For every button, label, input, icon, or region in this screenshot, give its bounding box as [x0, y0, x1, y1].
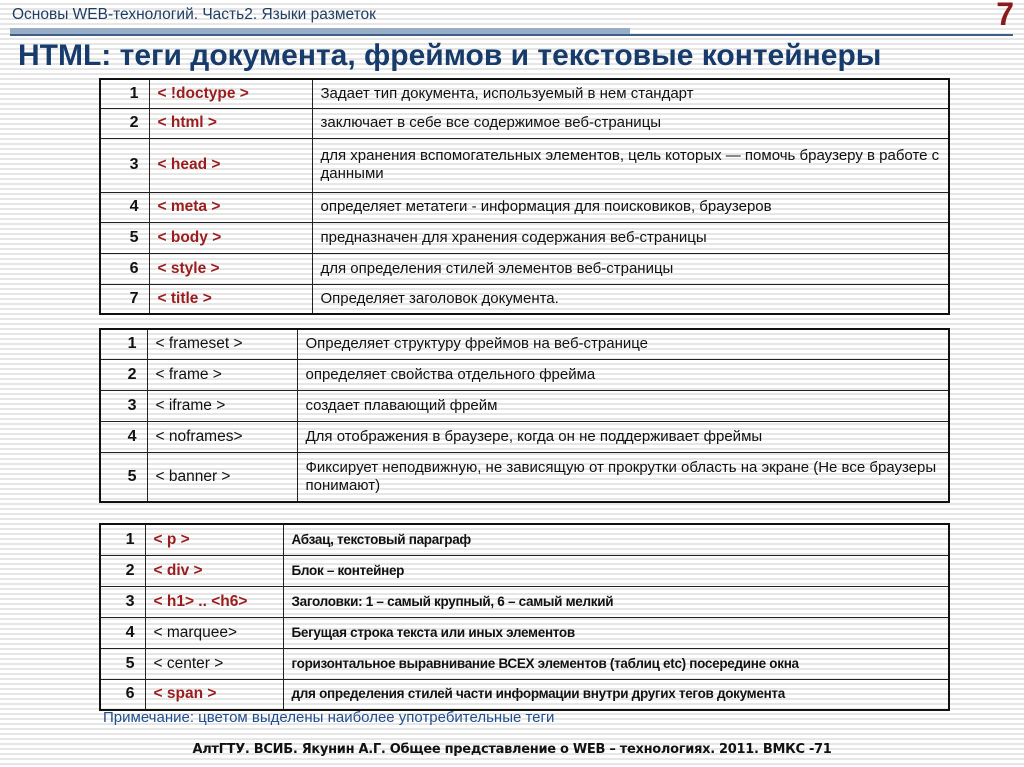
- tag-description: для определения стилей части информации …: [282, 678, 950, 711]
- row-number: 2: [99, 358, 148, 391]
- tag-description: Заголовки: 1 – самый крупный, 6 – самый …: [282, 585, 950, 618]
- tag-description: определяет метатеги - информация для пои…: [311, 191, 950, 223]
- tag-name: < marquee>: [144, 616, 284, 649]
- slide-title: HTML: теги документа, фреймов и текстовы…: [18, 39, 882, 72]
- tag-description: горизонтальное выравнивание ВСЕХ элемент…: [282, 647, 950, 680]
- row-number: 3: [99, 389, 148, 422]
- tag-name: < noframes>: [146, 420, 298, 453]
- table-row: 2 < html > заключает в себе все содержимое…: [99, 107, 950, 139]
- document-tags-table: 1 < !doctype > Задает тип документа, испол…: [99, 78, 950, 315]
- tag-description: Абзац, текстовый параграф: [282, 523, 950, 556]
- frame-tags-body: 1 < frameset > Определяет структуру фреймо…: [99, 328, 950, 503]
- text-container-tags-table: 1 < p > Абзац, текстовый параграф 2 < div > Б…: [99, 523, 950, 711]
- tag-description: Фиксирует неподвижную, не зависящую от п…: [296, 451, 950, 503]
- table-row: 2 < frame > определяет свойства отдельного…: [99, 358, 950, 391]
- table-row: 4 < meta > определяет метатеги - информаци…: [99, 191, 950, 223]
- row-number: 7: [99, 283, 150, 315]
- tag-description: Определяет заголовок документа.: [311, 283, 950, 315]
- tag-description: для определения стилей элементов веб-стр…: [311, 252, 950, 285]
- row-number: 2: [99, 107, 150, 139]
- tag-name: < p >: [144, 523, 284, 556]
- table-row: 2 < div > Блок – контейнер: [99, 554, 950, 587]
- table-row: 6 < style > для определения стилей элемент…: [99, 252, 950, 285]
- document-tags-body: 1 < !doctype > Задает тип документа, испол…: [99, 78, 950, 315]
- row-number: 4: [99, 191, 150, 223]
- tag-description: Бегущая строка текста или иных элементов: [282, 616, 950, 649]
- row-number: 1: [99, 523, 146, 556]
- tag-description: Для отображения в браузере, когда он не …: [296, 420, 950, 453]
- tag-description: Определяет структуру фреймов на веб-стра…: [296, 328, 950, 360]
- table-row: 1 < p > Абзац, текстовый параграф: [99, 523, 950, 556]
- table-row: 3 < h1> .. <h6> Заголовки: 1 – самый крупн…: [99, 585, 950, 618]
- tag-name: < style >: [148, 252, 313, 285]
- tag-description: Задает тип документа, используемый в нем…: [311, 78, 950, 109]
- table-row: 1 < frameset > Определяет структуру фреймо…: [99, 328, 950, 360]
- text-container-tags-body: 1 < p > Абзац, текстовый параграф 2 < div > Б…: [99, 523, 950, 711]
- row-number: 4: [99, 420, 148, 453]
- row-number: 5: [99, 451, 148, 503]
- footer: АлтГТУ. ВСИБ. Якунин А.Г. Общее представ…: [192, 742, 832, 757]
- header-rule-thin: [10, 34, 1013, 36]
- tag-name: < frame >: [146, 358, 298, 391]
- row-number: 6: [99, 252, 150, 285]
- row-number: 5: [99, 647, 146, 680]
- tag-name: < iframe >: [146, 389, 298, 422]
- tag-description: определяет свойства отдельного фрейма: [296, 358, 950, 391]
- tag-description: заключает в себе все содержимое веб-стра…: [311, 107, 950, 139]
- tag-name: < center >: [144, 647, 284, 680]
- tag-description: предназначен для хранения содержания веб…: [311, 221, 950, 254]
- tag-name: < div >: [144, 554, 284, 587]
- slide-number: 7: [996, 0, 1014, 32]
- tag-name: < body >: [148, 221, 313, 254]
- tag-name: < frameset >: [146, 328, 298, 360]
- row-number: 3: [99, 137, 150, 193]
- table-row: 3 < head > для хранения вспомогательных эл…: [99, 137, 950, 193]
- row-number: 3: [99, 585, 146, 618]
- tag-name: < span >: [144, 678, 284, 711]
- row-number: 1: [99, 78, 150, 109]
- tag-name: < !doctype >: [148, 78, 313, 109]
- row-number: 4: [99, 616, 146, 649]
- table-row: 5 < body > предназначен для хранения содер…: [99, 221, 950, 254]
- frame-tags-table: 1 < frameset > Определяет структуру фреймо…: [99, 328, 950, 503]
- row-number: 6: [99, 678, 146, 711]
- tag-description: для хранения вспомогательных элементов, …: [311, 137, 950, 193]
- row-number: 5: [99, 221, 150, 254]
- tag-name: < meta >: [148, 191, 313, 223]
- tag-name: < title >: [148, 283, 313, 315]
- table-row: 5 < banner > Фиксирует неподвижную, не зав…: [99, 451, 950, 503]
- tag-name: < banner >: [146, 451, 298, 503]
- tag-name: < html >: [148, 107, 313, 139]
- tag-name: < head >: [148, 137, 313, 193]
- table-row: 4 < marquee> Бегущая строка текста или ины…: [99, 616, 950, 649]
- tag-description: создает плавающий фрейм: [296, 389, 950, 422]
- table-row: 1 < !doctype > Задает тип документа, испол…: [99, 78, 950, 109]
- note: Примечание: цветом выделены наиболее упо…: [103, 709, 555, 726]
- table-row: 7 < title > Определяет заголовок документа…: [99, 283, 950, 315]
- table-row: 3 < iframe > создает плавающий фрейм: [99, 389, 950, 422]
- row-number: 1: [99, 328, 148, 360]
- table-row: 4 < noframes> Для отображения в браузере, …: [99, 420, 950, 453]
- table-row: 5 < center > горизонтальное выравнивание В…: [99, 647, 950, 680]
- tag-description: Блок – контейнер: [282, 554, 950, 587]
- table-row: 6 < span > для определения стилей части ин…: [99, 678, 950, 711]
- header-subtitle: Основы WEB-технологий. Часть2. Языки раз…: [12, 6, 376, 23]
- tag-name: < h1> .. <h6>: [144, 585, 284, 618]
- row-number: 2: [99, 554, 146, 587]
